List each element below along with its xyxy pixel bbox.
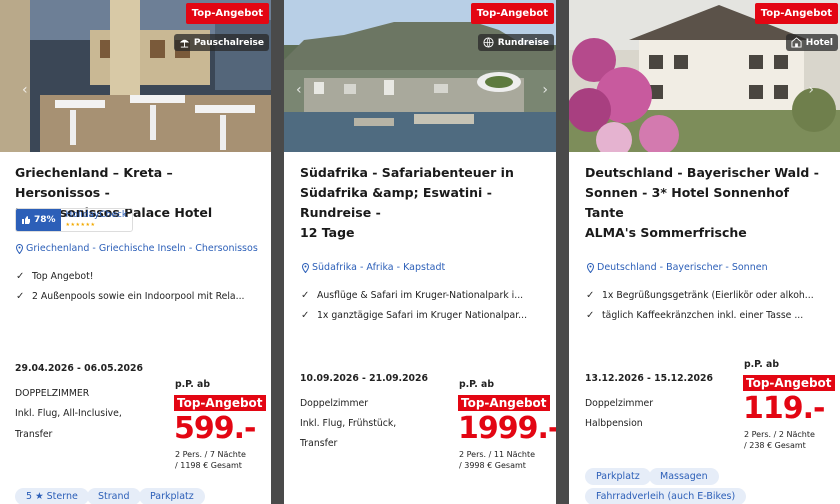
price-persons-nights: 2 Pers. / 11 Nächte	[459, 450, 536, 459]
next-image-icon[interactable]: ›	[808, 82, 814, 98]
rating-provider: HolidayCheck ★★★★★★	[61, 210, 133, 230]
top-offer-badge: Top-Angebot	[754, 3, 838, 24]
checkmark-icon: ✓	[16, 291, 25, 302]
rating-provider-name: HolidayCheck	[65, 210, 128, 220]
price-persons-nights: 2 Pers. / 2 Nächte	[744, 430, 815, 439]
feature-item: ✓ 2 Außenpools sowie ein Indoorpool mit …	[16, 291, 245, 302]
checkmark-icon: ✓	[301, 290, 310, 301]
location-link[interactable]: Griechenland - Griechische Inseln - Cher…	[15, 243, 258, 254]
location-link[interactable]: Deutschland - Bayerischer - Sonnen	[586, 262, 768, 273]
price-total: / 238 € Gesamt	[744, 441, 806, 450]
feature-text: 2 Außenpools sowie ein Indoorpool mit Re…	[32, 291, 245, 302]
hotel-image[interactable]: Top-Angebot Hotel ›	[569, 0, 840, 152]
board-type: Halbpension	[585, 418, 643, 429]
next-image-icon[interactable]: ›	[542, 82, 548, 98]
feature-text: täglich Kaffeekränzchen inkl. einer Tass…	[602, 310, 804, 321]
checkmark-icon: ✓	[586, 290, 595, 301]
travel-type-label: Hotel	[805, 37, 833, 48]
checkmark-icon: ✓	[16, 271, 25, 282]
location-pin-icon	[301, 262, 310, 273]
tag-stars[interactable]: 5 ★ Sterne	[15, 488, 89, 504]
price-top-offer-badge: Top-Angebot	[458, 395, 550, 411]
price-total: / 3998 € Gesamt	[459, 461, 526, 470]
location-text: Südafrika - Afrika - Kapstadt	[312, 262, 446, 273]
price-value: 1999.-	[458, 411, 556, 446]
checkmark-icon: ✓	[301, 310, 310, 321]
room-type: Doppelzimmer	[300, 398, 369, 409]
tag-parking[interactable]: Parkplatz	[585, 468, 651, 485]
feature-item: ✓ Ausflüge & Safari im Kruger-Nationalpa…	[301, 290, 523, 301]
offer-title-line: Griechenland – Kreta – Hersonissos -	[15, 165, 173, 200]
holidaycheck-rating[interactable]: 78% HolidayCheck ★★★★★★	[15, 208, 134, 232]
room-type: DOPPELZIMMER	[15, 388, 90, 399]
top-offer-badge: Top-Angebot	[470, 3, 554, 24]
thumbs-up-icon	[22, 216, 30, 224]
prev-image-icon[interactable]: ‹	[296, 82, 302, 98]
offer-title-line: 12 Tage	[300, 225, 355, 240]
offer-title[interactable]: Südafrika - Safariabenteuer in Südafrika…	[300, 163, 545, 243]
feature-text: 1x ganztägige Safari im Kruger Nationalp…	[317, 310, 528, 321]
board-type: Inkl. Flug, Frühstück,	[300, 418, 397, 429]
transfer-info: Transfer	[15, 429, 53, 440]
feature-item: ✓ Top Angebot!	[16, 271, 93, 282]
globe-icon	[483, 37, 494, 48]
travel-dates: 10.09.2026 - 21.09.2026	[300, 373, 428, 384]
offer-title[interactable]: Deutschland - Bayerischer Wald - Sonnen …	[585, 163, 830, 243]
price-value: 119.-	[743, 391, 825, 426]
travel-type-label: Pauschalreise	[193, 37, 264, 48]
prev-image-icon[interactable]: ‹	[22, 82, 28, 98]
per-person-label: p.P. ab	[459, 379, 494, 390]
room-type: Doppelzimmer	[585, 398, 654, 409]
location-link[interactable]: Südafrika - Afrika - Kapstadt	[301, 262, 445, 273]
offer-title-line: Deutschland - Bayerischer Wald -	[585, 165, 819, 180]
feature-text: Ausflüge & Safari im Kruger-Nationalpark…	[317, 290, 524, 301]
hotel-image[interactable]: Top-Angebot Pauschalreise ‹	[0, 0, 271, 152]
board-type: Inkl. Flug, All-Inclusive,	[15, 408, 122, 419]
beach-umbrella-icon	[179, 39, 189, 48]
travel-dates: 29.04.2026 - 06.05.2026	[15, 363, 143, 374]
price-value: 599.-	[174, 411, 256, 446]
per-person-label: p.P. ab	[744, 359, 779, 370]
offer-title-line: Südafrika &amp; Eswatini - Rundreise -	[300, 185, 492, 220]
top-offer-badge: Top-Angebot	[185, 3, 269, 24]
feature-text: 1x Begrüßungsgetränk (Eierlikör oder alk…	[602, 290, 814, 301]
tag-bike-rental[interactable]: Fahrradverleih (auch E-Bikes)	[585, 488, 747, 504]
price-top-offer-badge: Top-Angebot	[743, 375, 835, 391]
feature-text: Top Angebot!	[32, 271, 94, 282]
price-persons-nights: 2 Pers. / 7 Nächte	[175, 450, 246, 459]
tag-parking[interactable]: Parkplatz	[139, 488, 205, 504]
location-pin-icon	[15, 243, 24, 254]
feature-item: ✓ täglich Kaffeekränzchen inkl. einer Ta…	[586, 310, 803, 321]
building-icon	[791, 37, 802, 48]
travel-type-label: Rundreise	[497, 37, 549, 48]
travel-type-pill: Hotel	[785, 34, 838, 51]
checkmark-icon: ✓	[586, 310, 595, 321]
travel-type-pill: Pauschalreise	[173, 34, 269, 51]
offer-card-2[interactable]: Top-Angebot Rundreise ‹ › Südafrika - Sa…	[284, 0, 556, 504]
offer-card-3[interactable]: Top-Angebot Hotel › Deutschland - Bayeri…	[569, 0, 840, 504]
offer-card-1[interactable]: Top-Angebot Pauschalreise ‹ Griechenland…	[0, 0, 271, 504]
travel-type-pill: Rundreise	[477, 34, 554, 51]
feature-item: ✓ 1x Begrüßungsgetränk (Eierlikör oder a…	[586, 290, 814, 301]
tag-massages[interactable]: Massagen	[649, 468, 719, 485]
rating-stars: ★★★★★★	[65, 222, 96, 228]
per-person-label: p.P. ab	[175, 379, 210, 390]
offer-title-line: Südafrika - Safariabenteuer in	[300, 165, 514, 180]
location-text: Deutschland - Bayerischer - Sonnen	[597, 262, 768, 273]
travel-dates: 13.12.2026 - 15.12.2026	[585, 373, 713, 384]
price-total: / 1198 € Gesamt	[175, 461, 242, 470]
location-text: Griechenland - Griechische Inseln - Cher…	[26, 243, 258, 254]
location-pin-icon	[586, 262, 595, 273]
offer-title-line: ALMA's Sommerfrische	[585, 225, 747, 240]
tag-beach[interactable]: Strand	[87, 488, 141, 504]
offer-title-line: Sonnen - 3* Hotel Sonnenhof Tante	[585, 185, 790, 220]
rating-percent: 78%	[34, 215, 56, 225]
rating-score: 78%	[16, 209, 61, 231]
price-top-offer-badge: Top-Angebot	[174, 395, 266, 411]
feature-item: ✓ 1x ganztägige Safari im Kruger Nationa…	[301, 310, 527, 321]
destination-image[interactable]: Top-Angebot Rundreise ‹ ›	[284, 0, 556, 152]
transfer-info: Transfer	[300, 438, 338, 449]
